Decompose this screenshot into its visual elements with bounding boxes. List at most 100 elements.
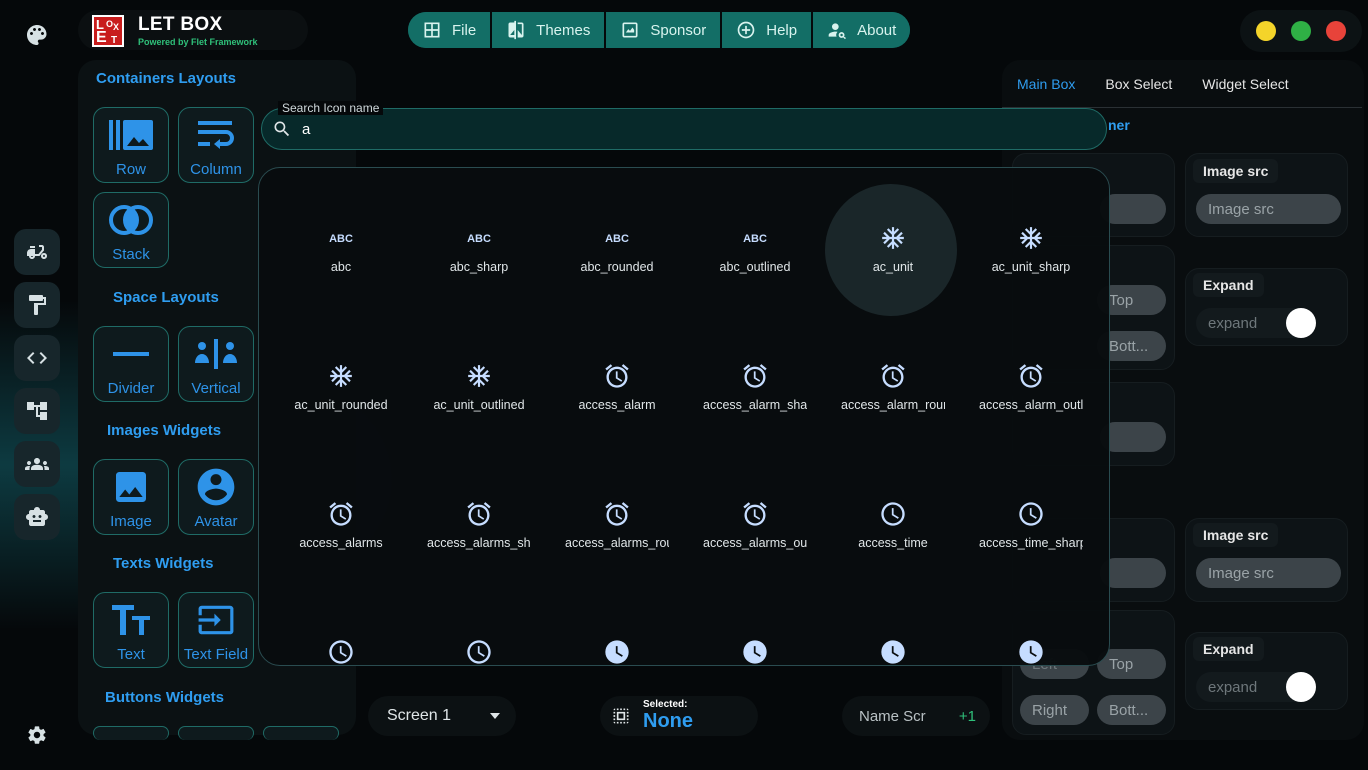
- icon-result-item[interactable]: [410, 582, 548, 665]
- image-src-input[interactable]: Image src: [1196, 194, 1341, 224]
- vertical-divider-icon: [195, 338, 237, 369]
- widget-text-field[interactable]: Text Field: [178, 592, 254, 668]
- widget-text-field-label: Text Field: [183, 646, 249, 663]
- icon-result-item[interactable]: ac_unit_sharp: [962, 168, 1100, 298]
- widget-vertical-label: Vertical: [191, 380, 241, 397]
- app-logo: L O X E T: [92, 15, 124, 47]
- expand-toggle[interactable]: [1286, 672, 1316, 702]
- expand-label: Expand: [1193, 273, 1264, 297]
- icon-result-item[interactable]: access_time: [824, 444, 962, 574]
- icon-search-field[interactable]: Search Icon name: [261, 101, 1107, 150]
- image-icon: [116, 471, 146, 502]
- tab-widget-select[interactable]: Widget Select: [1187, 74, 1303, 107]
- screen-select[interactable]: Screen 1: [368, 696, 516, 736]
- icon-result-item[interactable]: access_alarm_rounded: [824, 306, 962, 436]
- widget-avatar[interactable]: Avatar: [178, 459, 254, 535]
- menu-file[interactable]: File: [408, 12, 493, 48]
- icon-result-item[interactable]: access_alarms_outlined: [686, 444, 824, 574]
- widget-divider[interactable]: Divider: [93, 326, 169, 402]
- tab-main-box[interactable]: Main Box: [1002, 74, 1090, 107]
- app-root: L O X E T LET BOX Powered by Flet Framew…: [0, 0, 1368, 770]
- icon-result-item[interactable]: access_alarms_rounded: [548, 444, 686, 574]
- clock-icon: [603, 638, 631, 665]
- image-src-input[interactable]: Image src: [1196, 558, 1341, 588]
- icon-result-item[interactable]: [548, 582, 686, 665]
- padding-bottom-input[interactable]: Bott...: [1097, 695, 1166, 725]
- padding-right-input[interactable]: Right: [1020, 695, 1089, 725]
- icon-result-item[interactable]: ac_unit_outlined: [410, 306, 548, 436]
- tab-box-select[interactable]: Box Select: [1090, 74, 1187, 107]
- icon-result-name: access_alarms_rounded: [565, 536, 669, 550]
- logo-letter-t: T: [111, 35, 118, 46]
- sponsor-chart-icon: [622, 22, 638, 38]
- select-all-icon: [613, 708, 629, 724]
- menu-themes-label: Themes: [536, 21, 591, 39]
- icon-result-name: access_time_sharp: [979, 536, 1083, 550]
- palette-icon[interactable]: [22, 20, 52, 50]
- alarm-icon: [1017, 362, 1045, 390]
- icon-result-item[interactable]: [824, 582, 962, 665]
- add-screen-button[interactable]: +1: [959, 708, 976, 725]
- icon-result-item[interactable]: ac_unit_rounded: [272, 306, 410, 436]
- icon-result-item[interactable]: ABC abc_sharp: [410, 168, 548, 298]
- code-icon[interactable]: [14, 335, 60, 381]
- name-screen-input[interactable]: Name Scr: [859, 708, 959, 725]
- icon-result-item[interactable]: ABC abc_outlined: [686, 168, 824, 298]
- format-paint-icon[interactable]: [14, 282, 60, 328]
- icon-result-item[interactable]: access_alarm_sharp: [686, 306, 824, 436]
- clock-icon: [741, 638, 769, 665]
- expand-toggle[interactable]: [1286, 308, 1316, 338]
- maximize-button[interactable]: [1290, 21, 1311, 41]
- widget-image[interactable]: Image: [93, 459, 169, 535]
- robot-icon[interactable]: [14, 494, 60, 540]
- menu-sponsor[interactable]: Sponsor: [606, 12, 723, 48]
- help-icon: [737, 21, 755, 39]
- icon-search-input[interactable]: [302, 109, 1082, 149]
- widget-button-partial[interactable]: [93, 726, 169, 740]
- selected-value: None: [643, 710, 693, 732]
- icon-result-name: access_alarm_sharp: [703, 398, 807, 412]
- groups-icon[interactable]: [14, 441, 60, 487]
- icon-result-item[interactable]: ABC abc: [272, 168, 410, 298]
- settings-icon[interactable]: [22, 720, 52, 750]
- logo-letter-o: O: [106, 19, 114, 29]
- widget-column[interactable]: Column: [178, 107, 254, 183]
- logo-letter-e: E: [96, 29, 107, 46]
- menu-file-label: File: [452, 21, 477, 39]
- clock-icon: [1017, 638, 1045, 665]
- menu-about[interactable]: About: [813, 12, 911, 48]
- widget-row[interactable]: Row: [93, 107, 169, 183]
- icon-result-item[interactable]: access_alarms: [272, 444, 410, 574]
- icon-result-item[interactable]: access_alarm_outlined: [962, 306, 1100, 436]
- about-icon: [828, 23, 847, 40]
- close-button[interactable]: [1326, 21, 1347, 41]
- icon-result-name: abc_outlined: [719, 260, 791, 274]
- widget-stack[interactable]: Stack: [93, 192, 169, 268]
- icon-result-item[interactable]: ac_unit: [824, 168, 962, 298]
- icon-result-item[interactable]: access_time_sharp: [962, 444, 1100, 574]
- icon-result-item[interactable]: [962, 582, 1100, 665]
- left-rail: [0, 0, 74, 770]
- widget-vertical[interactable]: Vertical: [178, 326, 254, 402]
- widget-button-partial[interactable]: [178, 726, 254, 740]
- icon-result-name: access_alarms: [299, 536, 383, 550]
- menu-help-label: Help: [766, 21, 798, 39]
- moped-icon[interactable]: [14, 229, 60, 275]
- icon-result-item[interactable]: access_alarm: [548, 306, 686, 436]
- app-brand: L O X E T LET BOX Powered by Flet Framew…: [78, 10, 308, 50]
- icon-result-item[interactable]: ABC abc_rounded: [548, 168, 686, 298]
- row-icon: [109, 119, 153, 150]
- icon-result-item[interactable]: [272, 582, 410, 665]
- widget-text[interactable]: Text: [93, 592, 169, 668]
- menu-themes[interactable]: Themes: [492, 12, 607, 48]
- minimize-button[interactable]: [1255, 21, 1276, 41]
- icon-result-item[interactable]: access_alarms_sharp: [410, 444, 548, 574]
- alarm-icon: [879, 362, 907, 390]
- clock-icon: [465, 638, 493, 665]
- name-screen-field[interactable]: Name Scr +1: [842, 696, 990, 736]
- column-wrap-icon: [198, 120, 234, 149]
- account-tree-icon[interactable]: [14, 388, 60, 434]
- widget-button-partial[interactable]: [263, 726, 339, 740]
- icon-result-item[interactable]: [686, 582, 824, 665]
- menu-help[interactable]: Help: [722, 12, 814, 48]
